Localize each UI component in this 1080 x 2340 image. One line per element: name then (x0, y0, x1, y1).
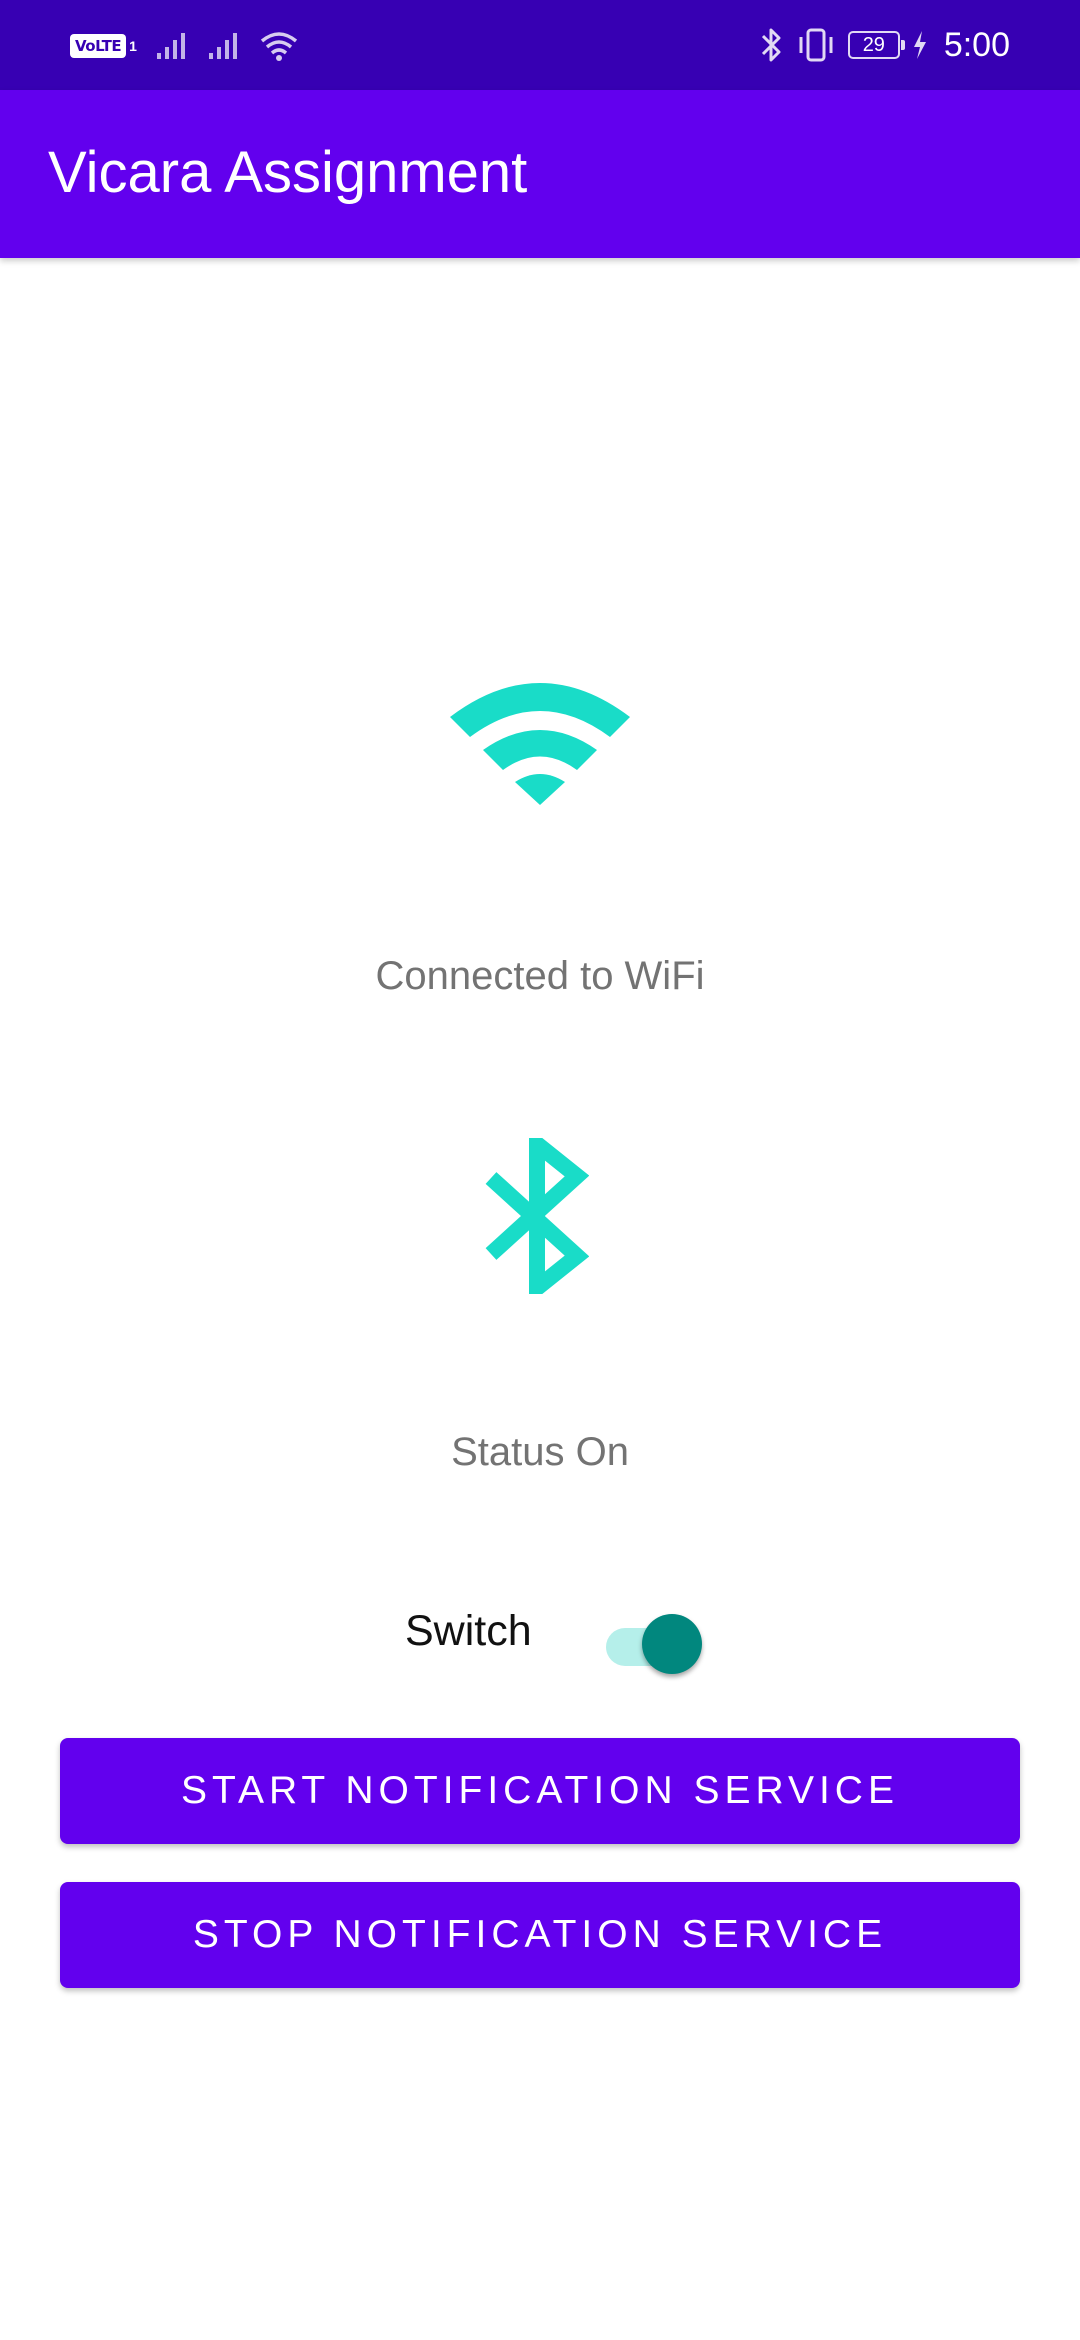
wifi-icon (450, 683, 630, 805)
status-bar-left: VoLTE 1 (70, 24, 299, 68)
vibrate-icon (799, 28, 833, 62)
bluetooth-status-text: Status On (451, 1430, 629, 1474)
status-bar: VoLTE 1 29 5:00 (0, 0, 1080, 90)
wifi-icon (260, 32, 298, 61)
battery-icon: 29 (847, 31, 905, 59)
sim-indicator: 1 (129, 38, 137, 54)
toggle-switch[interactable] (600, 1610, 706, 1676)
switch-thumb[interactable] (642, 1614, 702, 1674)
switch-label: Switch (405, 1607, 532, 1655)
wifi-status-text: Connected to WiFi (375, 954, 705, 998)
status-time: 5:00 (943, 25, 1010, 64)
volte-icon: VoLTE 1 (70, 34, 137, 58)
volte-label: VoLTE (70, 34, 127, 58)
signal-icon (208, 33, 237, 59)
stop-notification-service-button[interactable]: STOP NOTIFICATION SERVICE (60, 1882, 1020, 1988)
bluetooth-icon (761, 28, 781, 62)
bluetooth-icon (485, 1138, 589, 1294)
app-bar: Vicara Assignment (0, 90, 1080, 258)
charging-icon (913, 31, 926, 59)
start-notification-service-button[interactable]: START NOTIFICATION SERVICE (60, 1738, 1020, 1844)
signal-icon (156, 33, 185, 59)
status-bar-right: 29 5:00 (760, 20, 1010, 70)
battery-level: 29 (862, 33, 885, 56)
app-title: Vicara Assignment (48, 140, 528, 205)
